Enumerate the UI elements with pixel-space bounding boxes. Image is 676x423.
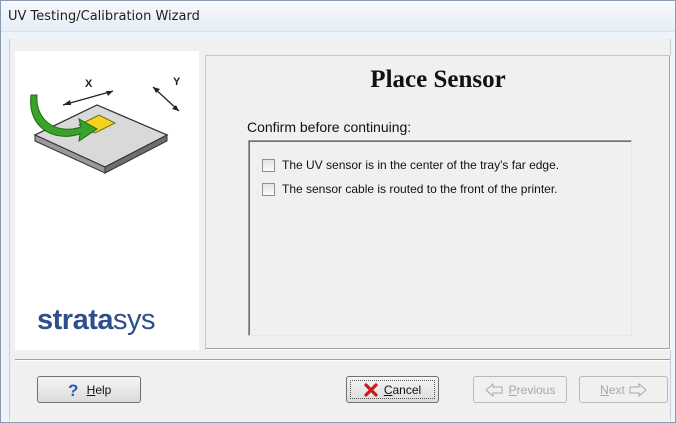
wizard-window: UV Testing/Calibration Wizard X Y strata… [0,0,676,423]
next-button-label: Next [600,382,625,397]
y-axis-label: Y [173,76,181,88]
checklist-item-label: The sensor cable is routed to the front … [282,182,558,196]
button-separator [15,359,670,361]
checklist-item-cable-routed[interactable]: The sensor cable is routed to the front … [262,181,558,197]
left-arrow-icon [484,382,503,397]
tray-sensor-illustration: X Y [30,76,181,174]
logo-light-text: sys [113,304,156,336]
sensor-centered-checkbox[interactable] [262,158,275,172]
title-bar[interactable]: UV Testing/Calibration Wizard [1,1,675,32]
logo-panel: X Y stratasys [15,51,199,350]
confirmation-checklist: The UV sensor is in the center of the tr… [248,140,632,336]
wizard-body: X Y stratasys Place Sensor Confirm befor… [9,39,671,421]
checklist-item-sensor-centered[interactable]: The UV sensor is in the center of the tr… [262,157,559,173]
question-mark-icon: ? [67,382,81,398]
svg-text:?: ? [68,382,78,398]
cable-routed-checkbox[interactable] [262,182,275,196]
help-button[interactable]: ? Help [37,376,141,403]
cancel-button[interactable]: Cancel [346,376,439,403]
stratasys-logo: stratasys [37,304,156,337]
logo-strong-text: strata [37,304,114,336]
checklist-item-label: The UV sensor is in the center of the tr… [282,158,560,172]
content-panel: Place Sensor Confirm before continuing: … [205,55,671,350]
cancel-button-label: Cancel [383,382,422,397]
x-axis-label: X [85,78,93,90]
right-arrow-icon [629,382,647,397]
window-title: UV Testing/Calibration Wizard [8,9,200,24]
previous-button[interactable]: Previous [473,376,567,403]
red-x-icon [364,382,378,397]
help-button-label: Help [86,382,112,397]
confirm-label: Confirm before continuing: [247,119,412,135]
previous-button-label: Previous [508,382,556,397]
next-button[interactable]: Next [579,376,668,403]
page-title: Place Sensor [370,66,506,93]
